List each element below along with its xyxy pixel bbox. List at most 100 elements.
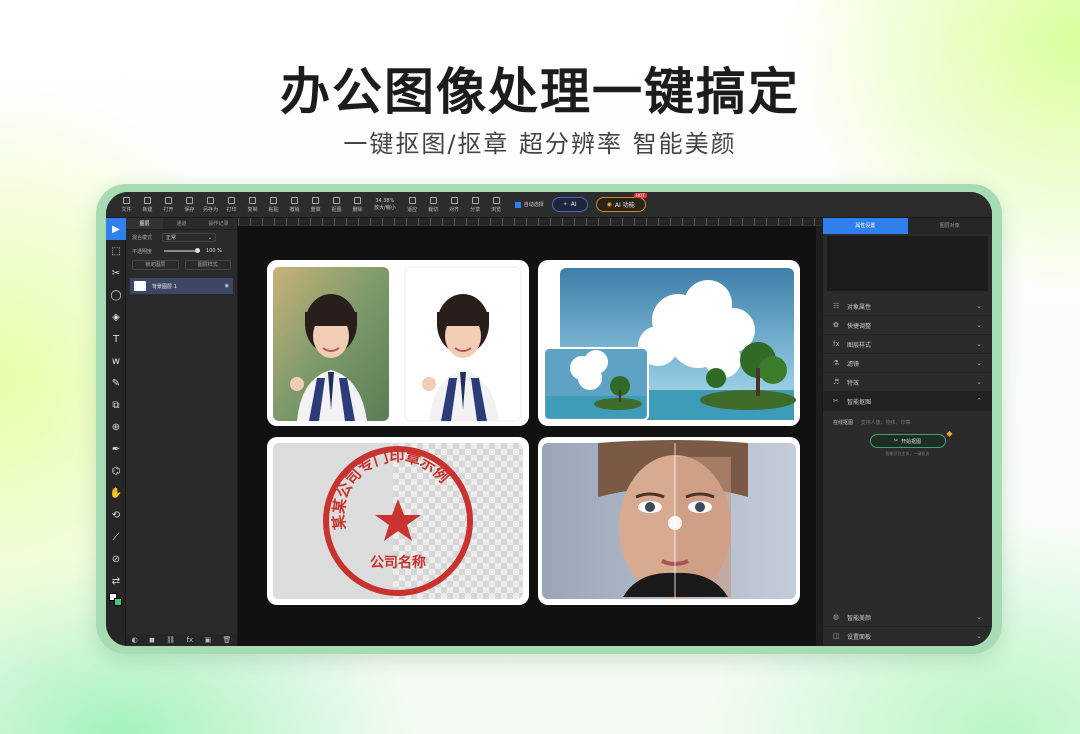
section-object-properties[interactable]: ☷ 对象属性 ⌄ [823,297,992,316]
new-layer-icon[interactable]: ▣ [204,636,211,644]
eyedropper-tool-icon[interactable]: ⊘ [106,548,126,570]
blend-mode-row: 混合模式 正常 ⌄ [126,230,237,244]
chevron-down-icon: ⌄ [976,359,982,367]
pencil-tool-icon[interactable]: ✎ [106,372,126,394]
brush-tool-icon[interactable]: ᴡ [106,350,126,372]
opacity-slider[interactable] [164,248,201,253]
color-swatches[interactable] [106,592,126,608]
toolbar-paste-button[interactable]: 粘贴 [263,194,284,216]
properties-tabs: 属性设置 图层对象 [823,218,992,234]
ai-feature-button[interactable]: ◉ AI 功能 HOT [595,193,647,212]
effects-icon[interactable]: fx [187,636,194,644]
properties-bottom-sections: ◍ 智能美颜 ⌄ ◫ 设置面板 ⌄ [823,608,992,646]
paste-icon [270,196,277,204]
section-filter[interactable]: ⚗ 滤镜 ⌄ [823,354,992,373]
page-subtitle: 一键抠图/抠章 超分辨率 智能美颜 [343,130,737,158]
share-icon [471,196,479,204]
layer-style-button[interactable]: 图层样式 [184,260,231,270]
toolbar-crop-button[interactable]: 裁切 [423,194,444,216]
portrait-cutout-illustration [273,266,522,422]
shape-tool-icon[interactable]: ⌬ [106,460,126,482]
browse-icon [492,196,500,204]
tab-layers[interactable]: 图层 [126,218,163,229]
toolbar-save-button[interactable]: 保存 [179,194,200,216]
toolbar-print-button[interactable]: 打印 [221,194,242,216]
section-effects[interactable]: ♬ 特效 ⌄ [823,373,992,392]
fit-icon [408,196,416,204]
tab-history[interactable]: 操作记录 [200,218,237,229]
chevron-down-icon: ⌄ [976,378,982,386]
marquee-tool-icon[interactable]: ⬚ [106,240,126,262]
fill-tool-icon[interactable]: ◈ [106,306,126,328]
trash-icon[interactable]: 🗑 [222,636,231,644]
heal-tool-icon[interactable]: ⊕ [106,416,126,438]
toolbar-cutout-button[interactable]: 抠图 [326,194,347,216]
eye-icon[interactable]: ◉ [225,283,229,289]
copy-icon [249,196,256,204]
toolbar-share-button[interactable]: 分享 [465,194,486,216]
layer-list-item[interactable]: 背景图层 1 ◉ [130,278,233,294]
move-tool-icon[interactable]: ▶ [106,218,126,240]
auto-select-checkbox[interactable]: 自动选择 [514,201,544,208]
opacity-value: 100 % [206,248,222,254]
chevron-down-icon: ⌄ [207,234,213,241]
ai-button[interactable]: ✦ AI [551,197,588,212]
section-smart-beauty[interactable]: ◍ 智能美颜 ⌄ [823,608,992,627]
checkbox-icon [514,201,521,208]
stamp-illustration: 某某公司专门印章示例 公司名称 [273,443,523,599]
section-quick-adjust[interactable]: ✿ 快捷调整 ⌄ [823,316,992,335]
undo-icon [291,196,298,204]
section-smart-cutout[interactable]: ✂ 智能抠图 ⌃ [823,392,992,411]
zoom-control[interactable]: 34.38% 放大/缩小 [374,198,396,211]
background-color[interactable] [114,598,122,606]
scissors-tool-icon[interactable]: ✂ [106,262,126,284]
text-tool-icon[interactable]: T [106,328,126,350]
link-icon[interactable]: ⛓ [166,636,175,644]
compare-slider-handle[interactable] [668,516,682,530]
toolbar-fit-button[interactable]: 适应 [402,194,423,216]
tab-channels[interactable]: 通道 [163,218,200,229]
toolbar-open-button[interactable]: 打开 [158,194,179,216]
start-cutout-button[interactable]: ✂ 开始抠图 ◆ [869,429,953,448]
blend-mode-select[interactable]: 正常 ⌄ [162,232,217,242]
section-layer-style[interactable]: fx 图层样式 ⌄ [823,335,992,354]
fx-icon: fx [833,340,840,348]
editor-window: 文件 新建 打开 保存 另存为 打印 复制 粘贴 撤销 重做 抠图 删除 34.… [106,192,992,646]
section-settings-panel[interactable]: ◫ 设置面板 ⌄ [823,627,992,646]
toolbar-undo-button[interactable]: 撤销 [284,194,305,216]
stamp-cutout-card: 某某公司专门印章示例 公司名称 [267,437,529,605]
rotate-tool-icon[interactable]: ⟲ [106,504,126,526]
line-tool-icon[interactable]: ⟋ [106,526,126,548]
layer-thumbnail [134,281,146,291]
toolbar-saveas-button[interactable]: 另存为 [200,194,221,216]
mask-icon[interactable]: ◼ [149,636,155,644]
canvas-area[interactable]: 某某公司专门印章示例 公司名称 [238,226,822,646]
opacity-label: 不透明度 [132,248,153,255]
toolbar-align-button[interactable]: 对齐 [444,194,465,216]
toolbar-file-button[interactable]: 文件 [116,194,137,216]
toolbar-new-button[interactable]: 新建 [137,194,158,216]
toolbar-delete-button[interactable]: 删除 [347,194,368,216]
chevron-down-icon: ⌄ [976,302,982,310]
tab-property-settings[interactable]: 属性设置 [823,218,908,234]
layers-panel: 图层 通道 操作记录 混合模式 正常 ⌄ 不透明度 100 % 锁定图层 图层样式… [126,218,238,646]
lock-layer-button[interactable]: 锁定图层 [132,260,179,270]
layer-name: 背景图层 1 [152,283,177,290]
lasso-tool-icon[interactable]: ◯ [106,284,126,306]
adjustment-icon[interactable]: ◐ [132,636,138,644]
preview-box [827,236,988,291]
toolbar-redo-button[interactable]: 重做 [305,194,326,216]
toolbar-copy-button[interactable]: 复制 [242,194,263,216]
landscape-illustration [543,268,796,421]
tab-layer-objects[interactable]: 图层对象 [907,218,992,234]
toolbar-browse-button[interactable]: 浏览 [486,194,507,216]
gem-icon: ◆ [946,429,953,438]
hand-tool-icon[interactable]: ✋ [106,482,126,504]
save-icon [186,196,193,204]
clone-tool-icon[interactable]: ⧉ [106,394,126,416]
chevron-down-icon: ⌄ [976,340,982,348]
portrait-cutout-card [267,260,529,426]
pen-tool-icon[interactable]: ✒ [106,438,126,460]
swap-colors-icon[interactable]: ⇄ [106,570,126,592]
flower-icon: ✿ [833,321,839,329]
